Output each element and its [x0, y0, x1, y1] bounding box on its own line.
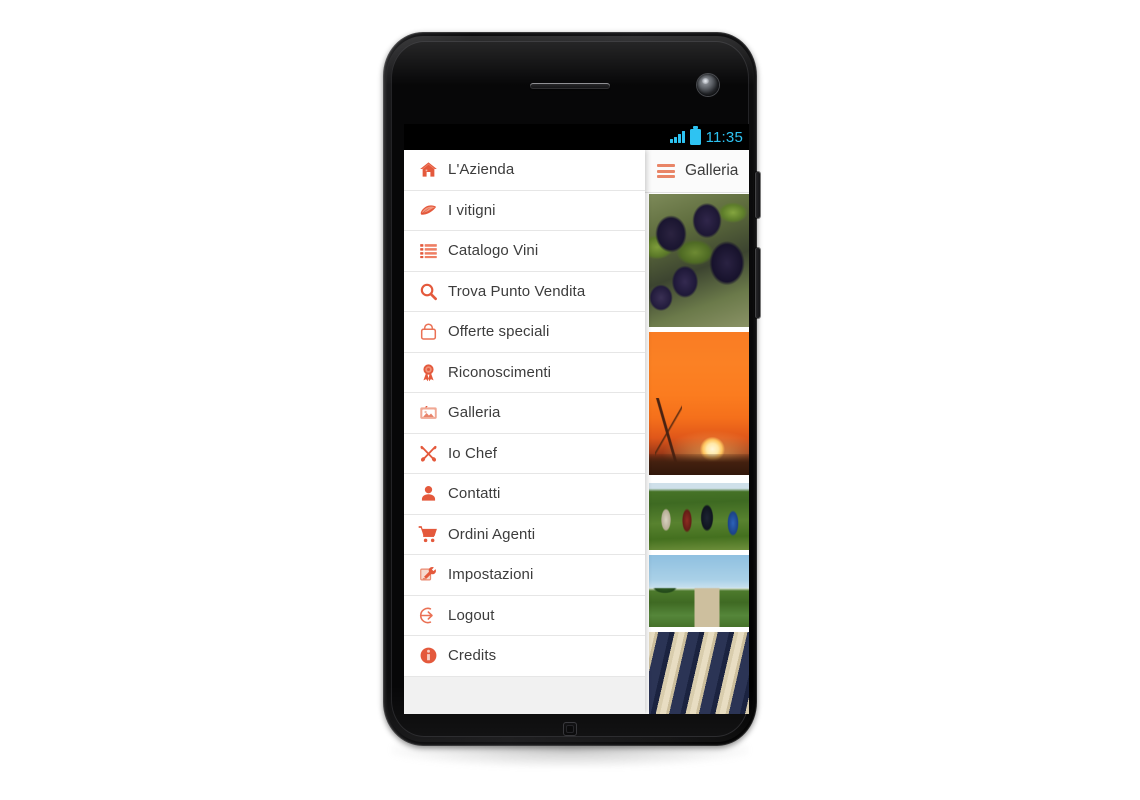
info-circle-icon	[415, 645, 441, 667]
sidebar-item-punto-vendita[interactable]: Trova Punto Vendita	[404, 271, 645, 312]
earpiece-speaker	[530, 83, 610, 89]
person-icon	[415, 483, 441, 505]
status-bar-clock: 11:35	[705, 128, 743, 146]
sidebar-item-label: Impostazioni	[448, 566, 534, 584]
leaf-icon	[415, 199, 441, 221]
volume-button[interactable]	[755, 248, 760, 318]
sidebar-item-label: Offerte speciali	[448, 323, 550, 341]
sidebar-item-credits[interactable]: Credits	[404, 636, 645, 677]
gallery-photo-vineyard[interactable]	[649, 555, 749, 627]
logout-arrow-icon	[415, 604, 441, 626]
sidebar-item-io-chef[interactable]: Io Chef	[404, 433, 645, 474]
power-button[interactable]	[755, 172, 760, 218]
sidebar-item-label: Logout	[448, 606, 495, 624]
sidebar-item-lazienda[interactable]: L'Azienda	[404, 150, 645, 191]
sidebar-item-riconoscimenti[interactable]: Riconoscimenti	[404, 352, 645, 393]
shopping-cart-icon	[415, 523, 441, 545]
search-icon	[415, 280, 441, 302]
sidebar-item-label: Contatti	[448, 485, 501, 503]
sidebar-item-label: Galleria	[448, 404, 501, 422]
list-icon	[415, 240, 441, 262]
sidebar-item-contatti[interactable]: Contatti	[404, 474, 645, 515]
gallery-photo-sunset[interactable]	[649, 332, 749, 475]
status-bar: 11:35	[404, 124, 749, 150]
sidebar-item-impostazioni[interactable]: Impostazioni	[404, 555, 645, 596]
signal-bars-icon	[670, 131, 685, 143]
status-bar-right-cluster: 11:35	[670, 126, 743, 146]
sidebar-item-label: Credits	[448, 647, 497, 665]
sidebar-item-label: Catalogo Vini	[448, 242, 539, 260]
action-bar-title: Galleria	[685, 162, 739, 179]
navigation-drawer-list: L'Azienda I vitigni Catalogo Vini Trova …	[404, 150, 645, 677]
gallery-page[interactable]: Galleria	[645, 150, 749, 714]
gallery-photo-strip[interactable]	[645, 194, 749, 714]
sidebar-item-label: Ordini Agenti	[448, 525, 536, 543]
hamburger-menu-icon[interactable]	[657, 164, 675, 178]
sidebar-item-label: Riconoscimenti	[448, 363, 552, 381]
home-icon	[415, 159, 441, 181]
vine-silhouette	[655, 397, 683, 473]
action-bar: Galleria	[645, 150, 749, 193]
sidebar-item-catalogo[interactable]: Catalogo Vini	[404, 231, 645, 272]
home-logo-dimple[interactable]	[563, 722, 577, 736]
award-ribbon-icon	[415, 361, 441, 383]
sidebar-item-ordini-agenti[interactable]: Ordini Agenti	[404, 514, 645, 555]
settings-tools-icon	[415, 564, 441, 586]
app-content: Galleria L'Azienda I vitigni Catalogo Vi…	[404, 150, 749, 714]
sidebar-item-offerte[interactable]: Offerte speciali	[404, 312, 645, 353]
sidebar-item-label: I vitigni	[448, 201, 496, 219]
navigation-drawer: L'Azienda I vitigni Catalogo Vini Trova …	[404, 150, 645, 714]
battery-full-icon	[689, 126, 701, 145]
photo-icon	[415, 402, 441, 424]
front-camera-icon	[697, 74, 719, 96]
gallery-photo-crates[interactable]	[649, 632, 749, 714]
sidebar-item-logout[interactable]: Logout	[404, 595, 645, 636]
sidebar-item-label: L'Azienda	[448, 161, 515, 179]
fork-spoon-icon	[415, 442, 441, 464]
sidebar-item-label: Io Chef	[448, 444, 498, 462]
gallery-photo-harvest[interactable]	[649, 483, 749, 550]
device-screen: 11:35 Galleria L'Azienda I vitigni Catal…	[404, 124, 749, 714]
gallery-photo-grapes[interactable]	[649, 194, 749, 327]
smartphone-device: 11:35 Galleria L'Azienda I vitigni Catal…	[383, 32, 760, 772]
sidebar-item-galleria[interactable]: Galleria	[404, 393, 645, 434]
sidebar-item-label: Trova Punto Vendita	[448, 282, 586, 300]
sidebar-item-vitigni[interactable]: I vitigni	[404, 190, 645, 231]
shopping-bag-icon	[415, 321, 441, 343]
